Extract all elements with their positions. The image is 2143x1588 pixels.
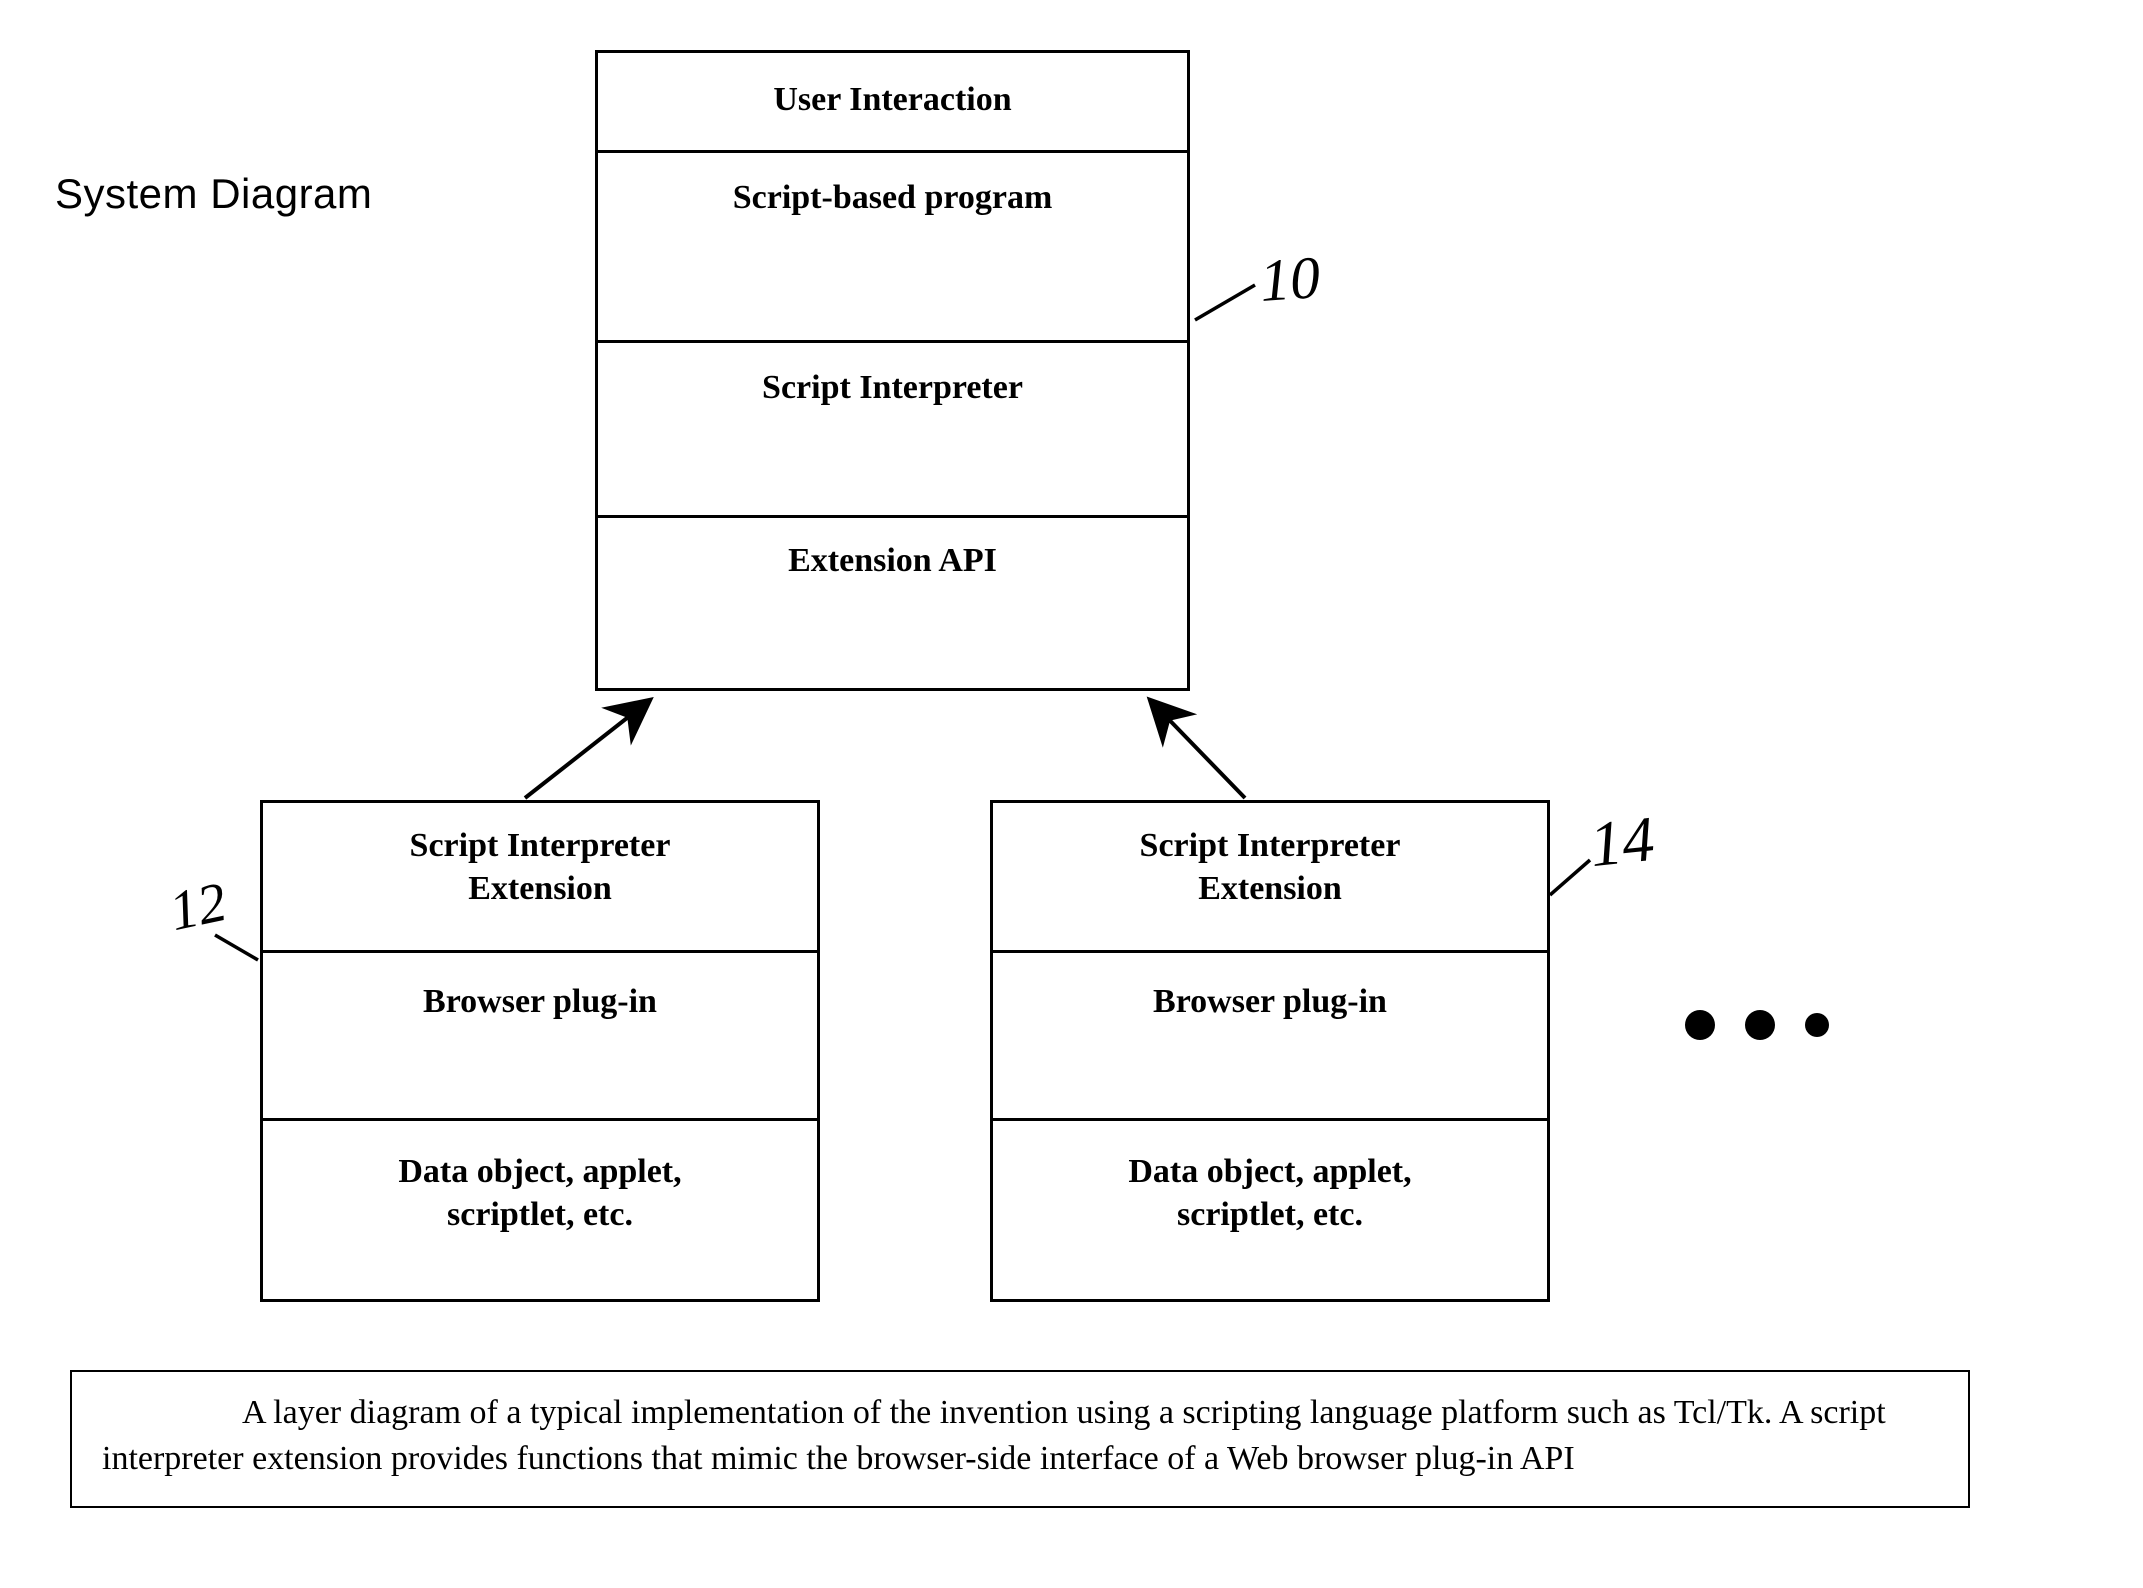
caption-box: A layer diagram of a typical implementat… xyxy=(70,1370,1970,1508)
connector-lines xyxy=(0,0,2143,1588)
caption-text: A layer diagram of a typical implementat… xyxy=(102,1390,1938,1482)
